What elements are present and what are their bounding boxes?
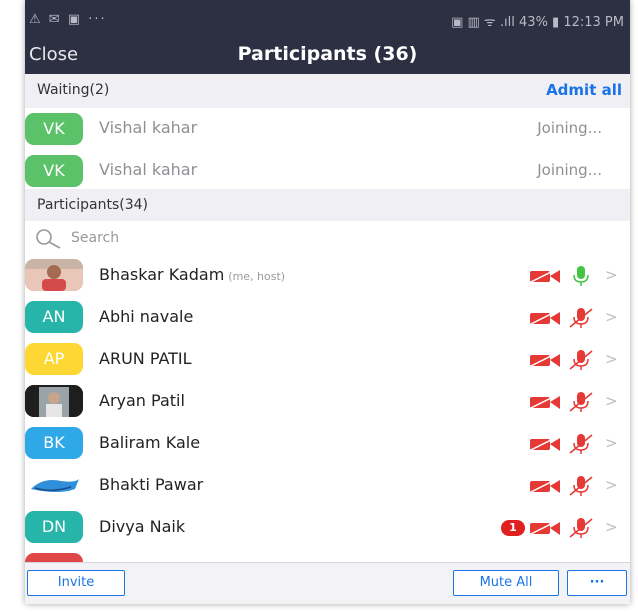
invite-button[interactable]: Invite [27,570,125,596]
status-bar: ⚠ ✉ ▣ ··· ▣ ▥ ᯤ .ıll 43% ▮ 12:13 PM [25,0,630,34]
chevron-right-icon[interactable]: > [605,392,618,410]
chevron-right-icon[interactable]: > [605,518,618,536]
header: Close Participants (36) [25,34,630,74]
participant-row[interactable]: Aryan Patil > [25,381,630,423]
participant-name: Divya Naik [99,517,186,536]
avatar [25,385,83,417]
participant-row-partial[interactable] [25,549,630,562]
more-options-button[interactable]: ··· [567,570,627,596]
avatar: AN [25,301,83,333]
video-off-icon[interactable] [529,520,561,536]
search-input[interactable]: Search [71,230,119,246]
video-off-icon[interactable] [529,352,561,368]
search-icon [36,229,61,249]
avatar: VK [25,113,83,145]
app-frame: ⚠ ✉ ▣ ··· ▣ ▥ ᯤ .ıll 43% ▮ 12:13 PM Clos… [25,0,630,604]
participant-row[interactable]: Bhaskar Kadam (me, host) > [25,255,630,297]
avatar: VK [25,155,83,187]
waiting-section-header: Waiting(2) Admit all [25,74,630,108]
participant-row[interactable]: DN Divya Naik 1 > [25,507,630,549]
participant-row[interactable]: AP ARUN PATIL > [25,339,630,381]
profile-photo-icon [25,259,83,291]
participant-name: Aryan Patil [99,391,185,410]
participant-row[interactable]: Bhakti Pawar > [25,465,630,507]
video-off-icon[interactable] [529,394,561,410]
mic-on-icon[interactable] [568,265,594,287]
participant-row[interactable]: AN Abhi navale > [25,297,630,339]
participant-name: Baliram Kale [99,433,201,452]
mic-muted-icon[interactable] [568,391,594,413]
joining-status: Joining... [537,119,602,137]
bottom-toolbar: Invite Mute All ··· [25,562,630,604]
mic-muted-icon[interactable] [568,349,594,371]
participants-label: Participants(34) [37,197,148,213]
participant-name: Bhaskar Kadam (me, host) [99,265,286,284]
mute-all-button[interactable]: Mute All [453,570,559,596]
video-off-icon[interactable] [529,310,561,326]
participant-name: Abhi navale [99,307,194,326]
mic-muted-icon[interactable] [568,475,594,497]
participants-section-header: Participants(34) [25,189,630,223]
avatar: BK [25,427,83,459]
avatar: DN [25,511,83,543]
mic-muted-icon[interactable] [568,307,594,329]
participant-name: Vishal kahar [99,160,198,179]
search-bar[interactable]: Search [25,221,630,256]
page-title: Participants (36) [237,43,418,65]
avatar [25,553,83,562]
chevron-right-icon[interactable]: > [605,434,618,452]
profile-photo-icon [25,385,83,417]
status-icons-right: ▣ ▥ ᯤ .ıll 43% ▮ 12:13 PM [451,15,624,30]
host-tag: (me, host) [228,270,286,283]
waiting-row[interactable]: VK Vishal kahar Joining... [25,150,630,192]
status-icons-left: ⚠ ✉ ▣ ··· [29,12,107,27]
chevron-right-icon[interactable]: > [605,266,618,284]
video-off-icon[interactable] [529,268,561,284]
avatar [25,469,83,501]
chevron-right-icon[interactable]: > [605,308,618,326]
admit-all-button[interactable]: Admit all [546,81,622,99]
chevron-right-icon[interactable]: > [605,476,618,494]
chat-badge: 1 [501,520,525,536]
avatar: AP [25,343,83,375]
video-off-icon[interactable] [529,478,561,494]
joining-status: Joining... [537,161,602,179]
participant-name: Vishal kahar [99,118,198,137]
participant-name: Bhakti Pawar [99,475,204,494]
mic-muted-icon[interactable] [568,517,594,539]
mic-muted-icon[interactable] [568,433,594,455]
chevron-right-icon[interactable]: > [605,350,618,368]
video-off-icon[interactable] [529,436,561,452]
avatar [25,259,83,291]
waiting-row[interactable]: VK Vishal kahar Joining... [25,108,630,150]
profile-photo-icon [25,469,83,501]
participant-row[interactable]: BK Baliram Kale > [25,423,630,465]
waiting-label: Waiting(2) [37,82,110,98]
participant-name: ARUN PATIL [99,349,192,368]
